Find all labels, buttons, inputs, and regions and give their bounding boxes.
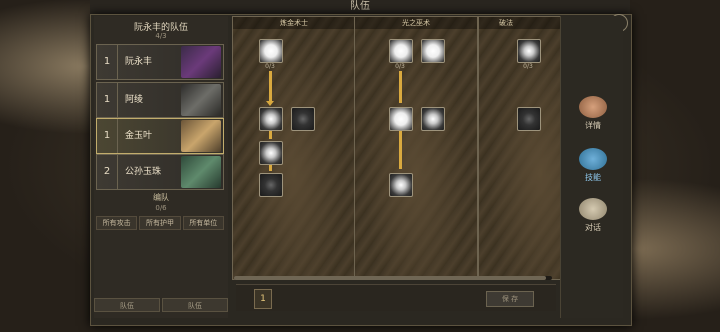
member-card[interactable]: 1 阿绫 bbox=[96, 82, 224, 118]
formation-title: 编队 bbox=[153, 193, 169, 202]
save-button[interactable]: 保 存 bbox=[486, 291, 534, 307]
skill-node-icon[interactable] bbox=[389, 107, 413, 131]
filter-armor-dropdown[interactable]: 所有护甲 bbox=[139, 216, 181, 230]
bottom-tab[interactable]: 队伍 bbox=[162, 298, 228, 312]
window-title: 队伍 bbox=[90, 0, 630, 15]
member-name: 阿绫 bbox=[125, 95, 144, 105]
member-level: 1 bbox=[97, 119, 118, 153]
skill-node-icon[interactable] bbox=[259, 39, 283, 63]
member-level: 2 bbox=[97, 155, 118, 189]
crystal-book-icon bbox=[579, 148, 607, 170]
skill-node-icon[interactable] bbox=[517, 39, 541, 63]
skill-points-badge: 1 bbox=[254, 289, 272, 309]
team-count: 4/3 bbox=[155, 32, 167, 40]
skill-node-icon[interactable] bbox=[259, 107, 283, 131]
skill-tree-spellbreak: 破法 0/3 bbox=[478, 16, 560, 280]
member-name: 阮永丰 bbox=[125, 57, 153, 67]
avatar bbox=[181, 120, 221, 152]
tab-dialogue[interactable]: 对话 bbox=[567, 198, 619, 238]
skill-link-line bbox=[399, 71, 402, 103]
skill-tree-area: 炼金术士 0/3 光之巫术 0/3 破法 0/3 bbox=[232, 16, 560, 286]
skill-node-icon[interactable] bbox=[389, 39, 413, 63]
speech-bubble-icon bbox=[579, 198, 607, 220]
filter-row: 所有攻击 所有护甲 所有单位 bbox=[96, 216, 224, 230]
avatar bbox=[181, 46, 221, 78]
member-name: 金玉叶 bbox=[125, 131, 153, 141]
member-level: 1 bbox=[97, 83, 118, 117]
skill-count: 0/3 bbox=[523, 63, 533, 70]
skill-link-line bbox=[269, 165, 272, 171]
skill-link-line bbox=[269, 71, 272, 103]
avatar bbox=[181, 156, 221, 188]
tab-label: 对话 bbox=[585, 223, 601, 232]
filter-attack-dropdown[interactable]: 所有攻击 bbox=[96, 216, 138, 230]
flexed-arm-icon bbox=[579, 96, 607, 118]
skill-tree-title: 破法 bbox=[479, 17, 560, 29]
horizontal-scrollbar[interactable] bbox=[234, 276, 552, 280]
skill-tree-title: 光之巫术 bbox=[355, 17, 477, 29]
skill-link-arrow bbox=[266, 101, 274, 106]
member-level: 1 bbox=[97, 45, 118, 79]
tab-details[interactable]: 详情 bbox=[567, 96, 619, 136]
tab-label: 详情 bbox=[585, 121, 601, 130]
skill-node-icon[interactable] bbox=[259, 141, 283, 165]
skill-tree-title: 炼金术士 bbox=[233, 17, 355, 29]
skill-node-icon[interactable] bbox=[421, 39, 445, 63]
filter-unit-dropdown[interactable]: 所有单位 bbox=[182, 216, 224, 230]
team-sidebar: 阮永丰的队伍 4/3 1 阮永丰 1 阿绫 1 金玉叶 2 公孙玉珠 编队 0/… bbox=[94, 16, 228, 318]
skill-tree-light-sorcery: 光之巫术 0/3 bbox=[354, 16, 478, 280]
scrollbar-thumb[interactable] bbox=[234, 276, 546, 280]
skill-link-line bbox=[269, 131, 272, 139]
skill-node-icon[interactable] bbox=[291, 107, 315, 131]
skill-link-line bbox=[399, 131, 402, 169]
avatar bbox=[181, 84, 221, 116]
skill-node-icon[interactable] bbox=[259, 173, 283, 197]
skill-node-icon[interactable] bbox=[421, 107, 445, 131]
tab-label: 技能 bbox=[585, 173, 601, 182]
member-card-selected[interactable]: 1 金玉叶 bbox=[96, 118, 224, 154]
skill-tree-alchemist: 炼金术士 0/3 bbox=[232, 16, 356, 280]
bottom-tabs: 队伍 队伍 bbox=[94, 298, 228, 312]
skill-footer: 1 保 存 bbox=[236, 284, 556, 311]
skill-count: 0/3 bbox=[265, 63, 275, 70]
tab-skills[interactable]: 技能 bbox=[567, 148, 619, 188]
skill-node-icon[interactable] bbox=[389, 173, 413, 197]
skill-count: 0/3 bbox=[395, 63, 405, 70]
character-tabs: 详情 技能 对话 bbox=[560, 16, 623, 318]
skill-node-icon[interactable] bbox=[517, 107, 541, 131]
formation-count: 0/6 bbox=[155, 204, 167, 212]
member-card[interactable]: 2 公孙玉珠 bbox=[96, 154, 224, 190]
member-card[interactable]: 1 阮永丰 bbox=[96, 44, 224, 80]
member-name: 公孙玉珠 bbox=[125, 167, 162, 177]
bottom-tab[interactable]: 队伍 bbox=[94, 298, 160, 312]
